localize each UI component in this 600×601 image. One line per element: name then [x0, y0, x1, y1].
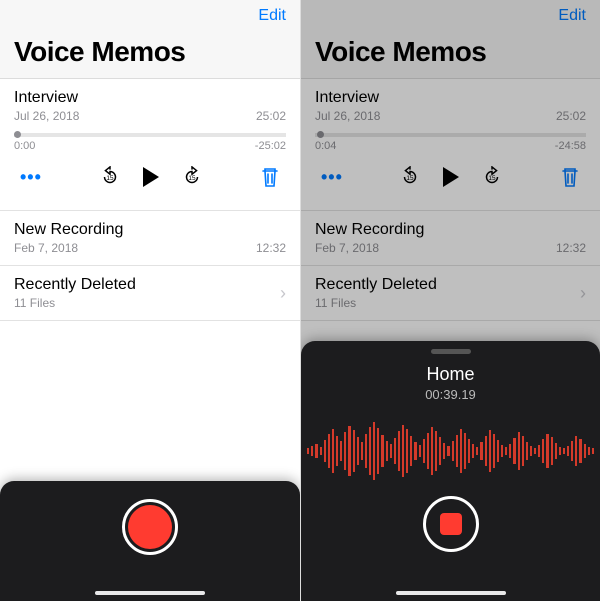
scrubber-knob[interactable]	[317, 131, 324, 138]
record-panel[interactable]	[0, 481, 300, 601]
elapsed-time: 0:00	[14, 140, 35, 152]
memo-row-expanded[interactable]: Interview Jul 26, 2018 25:02 0:00 -25:02…	[0, 79, 300, 211]
memo-date: Feb 7, 2018	[315, 241, 379, 255]
recently-deleted-count: 11 Files	[14, 296, 55, 310]
memo-duration: 12:32	[256, 241, 286, 255]
recently-deleted-row[interactable]: Recently Deleted 11 Files ›	[0, 266, 300, 321]
remaining-time: -25:02	[255, 140, 286, 152]
title-area: Voice Memos	[301, 32, 600, 78]
memo-date: Jul 26, 2018	[14, 109, 79, 123]
recently-deleted-row[interactable]: Recently Deleted 11 Files ›	[301, 266, 600, 321]
scrubber-knob[interactable]	[14, 131, 21, 138]
memo-duration: 12:32	[556, 241, 586, 255]
memo-date: Feb 7, 2018	[14, 241, 78, 255]
playback-controls: ••• 15 15	[14, 152, 286, 200]
memo-list: Interview Jul 26, 2018 25:02 0:04 -24:58…	[301, 78, 600, 321]
more-icon[interactable]: •••	[321, 167, 343, 188]
chevron-right-icon: ›	[580, 283, 586, 304]
skip-forward-15-icon[interactable]: 15	[181, 166, 203, 188]
recording-name: Home	[426, 364, 474, 385]
svg-text:15: 15	[106, 175, 114, 182]
remaining-time: -24:58	[555, 140, 586, 152]
screen-recording: Edit Voice Memos Interview Jul 26, 2018 …	[300, 0, 600, 601]
svg-text:15: 15	[407, 175, 415, 182]
skip-forward-15-icon[interactable]: 15	[481, 166, 503, 188]
recently-deleted-label: Recently Deleted	[14, 276, 136, 294]
edit-button[interactable]: Edit	[558, 7, 586, 25]
navbar: Edit	[301, 0, 600, 32]
record-icon	[128, 505, 172, 549]
screen-list: Edit Voice Memos Interview Jul 26, 2018 …	[0, 0, 300, 601]
record-panel-active[interactable]: Home 00:39.19	[301, 341, 600, 601]
title-area: Voice Memos	[0, 32, 300, 78]
waveform	[301, 416, 600, 486]
memo-duration: 25:02	[556, 109, 586, 123]
memo-name: New Recording	[315, 221, 586, 239]
home-indicator[interactable]	[396, 591, 506, 595]
memo-name: Interview	[14, 89, 286, 107]
navbar: Edit	[0, 0, 300, 32]
memo-row[interactable]: New Recording Feb 7, 2018 12:32	[0, 211, 300, 266]
memo-name: Interview	[315, 89, 586, 107]
edit-button[interactable]: Edit	[258, 7, 286, 25]
skip-back-15-icon[interactable]: 15	[399, 166, 421, 188]
record-button[interactable]	[122, 499, 178, 555]
memo-row[interactable]: New Recording Feb 7, 2018 12:32	[301, 211, 600, 266]
scrubber[interactable]	[14, 133, 286, 137]
play-icon[interactable]	[143, 167, 159, 187]
more-icon[interactable]: •••	[20, 167, 42, 188]
drag-handle[interactable]	[431, 349, 471, 354]
memo-row-expanded[interactable]: Interview Jul 26, 2018 25:02 0:04 -24:58…	[301, 79, 600, 211]
svg-text:15: 15	[489, 175, 497, 182]
stop-button[interactable]	[423, 496, 479, 552]
trash-icon[interactable]	[260, 166, 280, 188]
memo-name: New Recording	[14, 221, 286, 239]
memo-list: Interview Jul 26, 2018 25:02 0:00 -25:02…	[0, 78, 300, 321]
recently-deleted-count: 11 Files	[315, 296, 356, 310]
recording-elapsed: 00:39.19	[425, 387, 476, 402]
scrubber[interactable]	[315, 133, 586, 137]
playback-controls: ••• 15 15	[315, 152, 586, 200]
svg-text:15: 15	[188, 175, 196, 182]
memo-duration: 25:02	[256, 109, 286, 123]
chevron-right-icon: ›	[280, 283, 286, 304]
page-title: Voice Memos	[315, 36, 586, 68]
elapsed-time: 0:04	[315, 140, 336, 152]
skip-back-15-icon[interactable]: 15	[99, 166, 121, 188]
recently-deleted-label: Recently Deleted	[315, 276, 437, 294]
play-icon[interactable]	[443, 167, 459, 187]
memo-date: Jul 26, 2018	[315, 109, 380, 123]
trash-icon[interactable]	[560, 166, 580, 188]
stop-icon	[440, 513, 462, 535]
home-indicator[interactable]	[95, 591, 205, 595]
page-title: Voice Memos	[14, 36, 286, 68]
